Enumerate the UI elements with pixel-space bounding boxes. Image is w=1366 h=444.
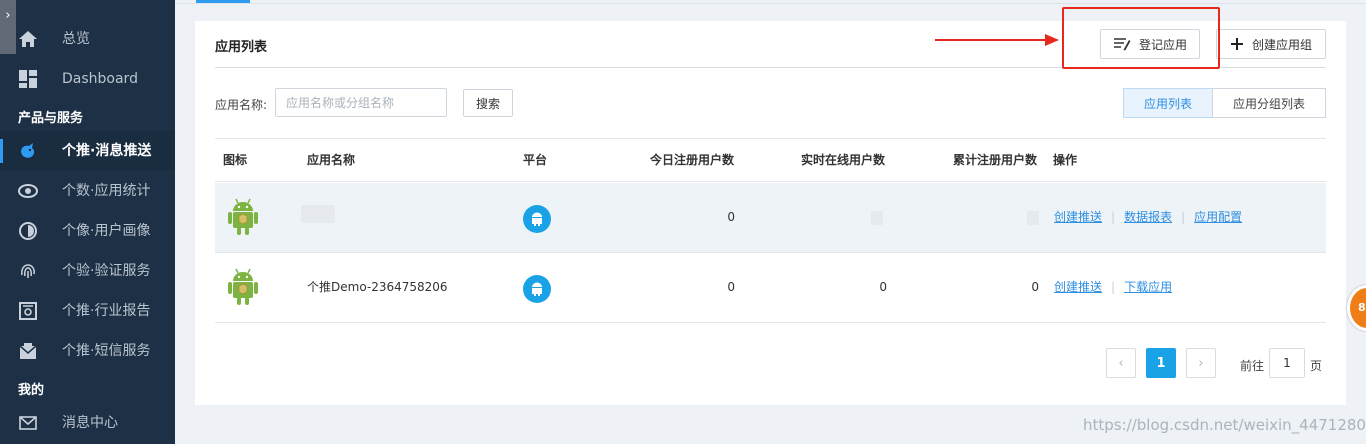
total-registered-count: 0	[1031, 280, 1039, 294]
col-header-total-registered: 累计注册用户数	[953, 153, 1038, 167]
plus-icon	[1230, 38, 1243, 50]
sidebar-item-stats[interactable]: 个数·应用统计	[0, 171, 175, 211]
sidebar-item-messages[interactable]: 消息中心	[0, 403, 175, 443]
today-registered-count: 0	[727, 280, 735, 294]
sidebar-item-label: 个像·用户画像	[62, 223, 151, 239]
fingerprint-icon	[21, 264, 35, 278]
sidebar-item-sms[interactable]: 个推·短信服务	[0, 331, 175, 371]
sidebar-item-label: 消息中心	[62, 415, 118, 431]
sidebar-item-label: 个验·验证服务	[62, 263, 151, 279]
online-users-redacted	[871, 211, 883, 225]
row-actions: 创建推送 | 数据报表 | 应用配置	[1054, 183, 1242, 251]
sidebar-item-label: 个推·消息推送	[62, 143, 152, 159]
tab-app-list[interactable]: 应用列表	[1123, 88, 1213, 118]
col-header-actions: 操作	[1053, 153, 1078, 167]
app-list-card: 应用列表 登记应用 创建应用组 应用名称: 搜索 应用列表 应用分组列表 图标 …	[195, 21, 1346, 405]
action-separator: |	[1181, 210, 1186, 224]
annotation-highlight-box	[1062, 7, 1220, 69]
prev-page-button[interactable]: ‹	[1106, 348, 1136, 378]
col-header-app-name: 应用名称	[307, 153, 356, 167]
sidebar-item-dashboard[interactable]: Dashboard	[0, 59, 175, 99]
profile-icon	[19, 222, 37, 240]
watermark-text: https://blog.csdn.net/weixin_44712805	[1083, 416, 1366, 434]
sms-icon	[19, 343, 37, 359]
table-row: 0 创建推送 | 数据报表 | 应用配置	[215, 183, 1326, 253]
app-config-link[interactable]: 应用配置	[1194, 210, 1242, 224]
dashboard-icon	[19, 70, 37, 88]
sidebar-section-products: 产品与服务	[18, 111, 84, 126]
total-registered-redacted	[1027, 211, 1039, 225]
create-push-link[interactable]: 创建推送	[1054, 210, 1102, 224]
data-report-link[interactable]: 数据报表	[1124, 210, 1172, 224]
app-name-search-input[interactable]	[275, 88, 447, 117]
android-platform-icon	[523, 275, 551, 303]
sidebar-item-push[interactable]: 个推·消息推送	[0, 131, 175, 171]
sidebar-item-verify[interactable]: 个验·验证服务	[0, 251, 175, 291]
app-name-redacted	[301, 205, 335, 223]
search-button[interactable]: 搜索	[463, 89, 513, 117]
col-header-online-users: 实时在线用户数	[801, 153, 886, 167]
table-row: 个推Demo-2364758206 0 0 0 创建推送 | 下载应用	[215, 253, 1326, 323]
page-number-current[interactable]: 1	[1146, 348, 1176, 378]
sidebar: › 总览 Dashboard 产品与服务 个推·消息推送 个数·应用统计 个像·…	[0, 0, 175, 444]
app-name: 个推Demo-2364758206	[307, 280, 448, 294]
next-page-button[interactable]: ›	[1186, 348, 1216, 378]
col-header-icon: 图标	[223, 153, 248, 167]
table-header: 图标 应用名称 平台 今日注册用户数 实时在线用户数 累计注册用户数 操作	[215, 138, 1326, 182]
today-registered-count: 0	[727, 210, 735, 224]
active-top-tab-indicator	[196, 0, 250, 3]
android-app-icon	[228, 198, 258, 235]
action-separator: |	[1111, 210, 1116, 224]
report-icon	[19, 302, 37, 320]
download-app-link[interactable]: 下载应用	[1124, 280, 1172, 294]
sidebar-item-label: 个数·应用统计	[62, 183, 151, 199]
android-app-icon	[228, 268, 258, 305]
sidebar-item-label: 个推·行业报告	[62, 303, 151, 319]
create-push-link[interactable]: 创建推送	[1054, 280, 1102, 294]
annotation-arrow-icon	[935, 34, 1059, 46]
sidebar-item-label: Dashboard	[62, 71, 138, 87]
eye-icon	[18, 184, 38, 198]
home-icon	[19, 31, 37, 47]
online-users-count: 0	[879, 280, 887, 294]
goto-page-input[interactable]	[1269, 348, 1305, 378]
goto-suffix: 页	[1310, 359, 1323, 373]
col-header-today-registered: 今日注册用户数	[650, 153, 735, 167]
sidebar-item-label: 总览	[62, 31, 90, 47]
sidebar-item-label: 个推·短信服务	[62, 343, 151, 359]
push-bird-icon	[21, 143, 35, 158]
create-app-group-button[interactable]: 创建应用组	[1216, 29, 1326, 59]
tab-app-group-list[interactable]: 应用分组列表	[1212, 88, 1326, 118]
sidebar-item-report[interactable]: 个推·行业报告	[0, 291, 175, 331]
row-actions: 创建推送 | 下载应用	[1054, 253, 1172, 321]
action-separator: |	[1111, 280, 1116, 294]
sidebar-section-mine: 我的	[18, 383, 45, 398]
goto-prefix: 前往	[1240, 359, 1265, 373]
page-title: 应用列表	[215, 40, 268, 55]
top-tab-strip	[175, 0, 1366, 4]
mail-icon	[19, 416, 37, 430]
floating-counter-badge[interactable]: 84	[1347, 285, 1366, 331]
col-header-platform: 平台	[523, 153, 548, 167]
sidebar-item-profile[interactable]: 个像·用户画像	[0, 211, 175, 251]
sidebar-item-overview[interactable]: 总览	[0, 19, 175, 59]
create-app-group-label: 创建应用组	[1251, 37, 1312, 52]
search-label: 应用名称:	[215, 98, 268, 112]
android-platform-icon	[523, 205, 551, 233]
